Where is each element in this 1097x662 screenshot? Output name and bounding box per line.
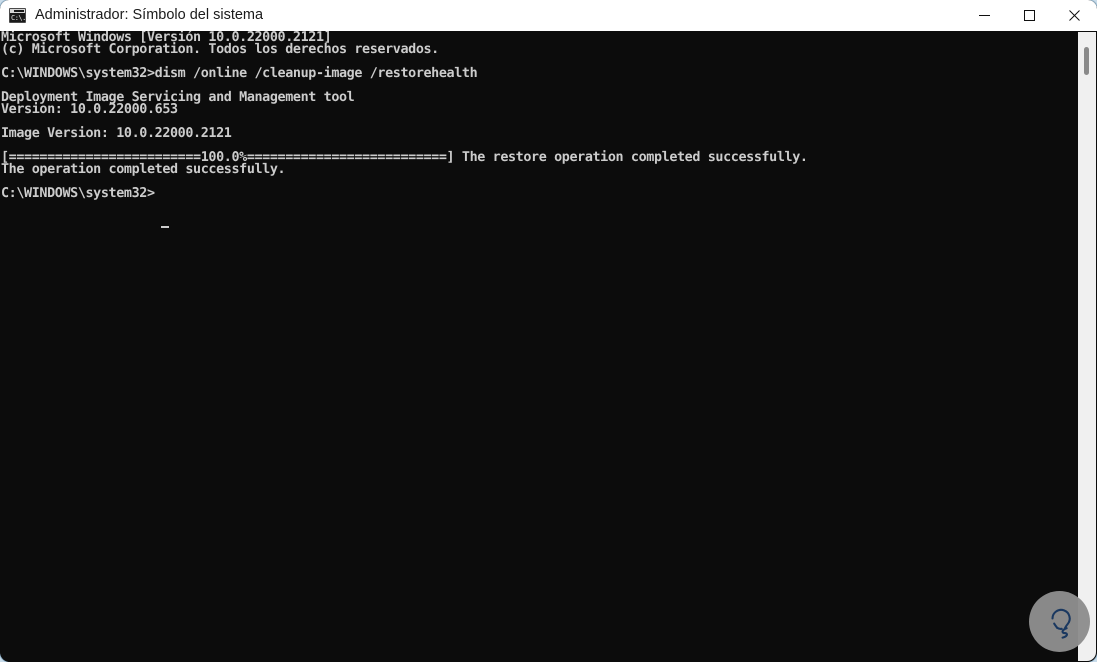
command-prompt-window: C:\. Administrador: Símbolo del sistema — [0, 0, 1097, 662]
vertical-scrollbar[interactable] — [1078, 32, 1096, 661]
scrollbar-thumb[interactable] — [1084, 47, 1089, 75]
cmd-icon: C:\. — [9, 8, 26, 23]
screen: C:\. Administrador: Símbolo del sistema — [0, 0, 1097, 662]
cmd-icon-glyph: C:\. — [11, 14, 26, 22]
solvetic-lightbulb-logo — [1029, 591, 1090, 652]
close-button[interactable] — [1052, 0, 1097, 31]
titlebar[interactable]: C:\. Administrador: Símbolo del sistema — [0, 0, 1097, 31]
minimize-button[interactable] — [962, 0, 1007, 31]
console-text: Microsoft Windows [Versión 10.0.22000.21… — [1, 31, 808, 201]
window-title: Administrador: Símbolo del sistema — [35, 7, 264, 23]
console-output-area[interactable]: Microsoft Windows [Versión 10.0.22000.21… — [0, 31, 1097, 662]
text-cursor — [161, 226, 169, 228]
window-controls[interactable] — [962, 0, 1097, 31]
maximize-button[interactable] — [1007, 0, 1052, 31]
titlebar-left[interactable]: C:\. Administrador: Símbolo del sistema — [0, 0, 962, 31]
